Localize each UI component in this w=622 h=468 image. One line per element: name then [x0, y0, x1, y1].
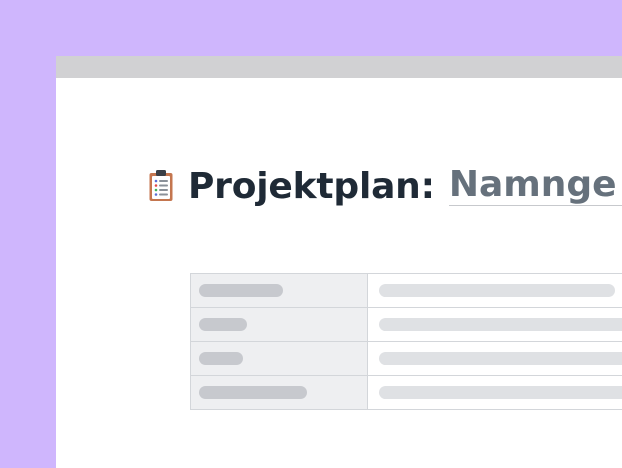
table-row — [191, 274, 622, 308]
skeleton-placeholder — [199, 352, 243, 365]
page-title-row: Projektplan: Namnge d — [148, 160, 622, 212]
property-value-cell[interactable] — [368, 274, 622, 307]
skeleton-placeholder — [199, 284, 283, 297]
property-key-cell[interactable] — [191, 376, 368, 409]
page-title: Projektplan: — [188, 165, 435, 207]
property-value-cell[interactable] — [368, 308, 622, 341]
table-row — [191, 376, 622, 410]
clipboard-icon — [149, 170, 173, 201]
skeleton-placeholder — [379, 318, 622, 331]
title-input[interactable]: Namnge d — [448, 166, 622, 206]
skeleton-placeholder — [379, 284, 615, 297]
property-key-cell[interactable] — [191, 274, 368, 307]
table-row — [191, 342, 622, 376]
skeleton-placeholder — [199, 318, 247, 331]
skeleton-placeholder — [199, 386, 307, 399]
skeleton-placeholder — [379, 386, 622, 399]
property-key-cell[interactable] — [191, 308, 368, 341]
table-row — [191, 308, 622, 342]
property-value-cell[interactable] — [368, 342, 622, 375]
properties-table — [190, 273, 622, 410]
document-window: Projektplan: Namnge d — [56, 56, 622, 468]
property-value-cell[interactable] — [368, 376, 622, 409]
window-topbar — [56, 56, 622, 78]
skeleton-placeholder — [379, 352, 622, 365]
property-key-cell[interactable] — [191, 342, 368, 375]
